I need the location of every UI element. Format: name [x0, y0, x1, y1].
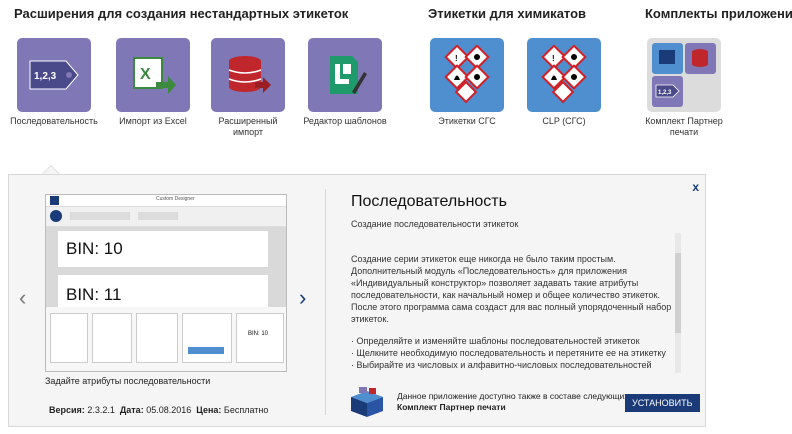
clp-hazard-icon: ! — [527, 38, 601, 112]
tile-ghs-labels[interactable]: ! Этикетки СГС — [428, 38, 506, 127]
date-label: Дата: — [119, 405, 144, 415]
detail-title: Последовательность — [351, 193, 507, 210]
template-editor-icon — [308, 38, 382, 112]
description-scrollbar[interactable] — [675, 233, 681, 373]
svg-text:X: X — [140, 66, 151, 83]
price-label: Цена: — [196, 405, 222, 415]
panel-divider — [325, 189, 326, 415]
sequence-tag-icon: 1,2,3 — [17, 38, 91, 112]
scrollbar-thumb[interactable] — [675, 253, 681, 333]
description-paragraph: Создание серии этикеток еще никогда не б… — [351, 254, 672, 324]
price-value: Бесплатно — [223, 405, 269, 415]
next-screenshot-button[interactable]: › — [299, 285, 306, 311]
screenshot-caption: Задайте атрибуты последовательности — [45, 376, 211, 386]
version-label: Версия: — [49, 405, 85, 415]
tile-sequence[interactable]: 1,2,3 Последовательность — [10, 38, 98, 127]
feature-bullet: · Выбирайте из числовых и алфавитно-числ… — [351, 360, 652, 370]
svg-text:!: ! — [455, 54, 458, 63]
section-title-chemicals: Этикетки для химикатов — [428, 6, 587, 21]
tile-label: Последовательность — [10, 116, 98, 126]
tile-label: Импорт из Excel — [119, 116, 187, 126]
detail-subtitle: Создание последовательности этикеток — [351, 219, 519, 229]
feature-bullet: · Щелкните необходимую последовательност… — [351, 348, 666, 358]
svg-text:1,2,3: 1,2,3 — [34, 71, 57, 82]
kit-availability-note: Данное приложение доступно также в соста… — [345, 385, 705, 421]
tile-label: CLP (СГС) — [542, 116, 586, 126]
close-icon[interactable]: x — [692, 180, 699, 194]
tile-label: Этикетки СГС — [438, 116, 496, 126]
svg-text:1,2,3: 1,2,3 — [658, 90, 672, 96]
version-value: 2.3.2.1 — [87, 405, 115, 415]
tile-excel-import[interactable]: X Импорт из Excel — [114, 38, 192, 127]
ghs-hazard-icon: ! — [430, 38, 504, 112]
screenshot-bin-label-1: BIN: 10 — [66, 239, 123, 258]
feature-bullet: · Определяйте и изменяйте шаблоны послед… — [351, 336, 640, 346]
kit-icon: 1,2,3 — [647, 38, 721, 112]
tile-clp-labels[interactable]: ! CLP (СГС) — [525, 38, 603, 127]
screenshot-image: Custom Designer BIN: 10 BIN: 11 BIN: 10 — [45, 194, 287, 372]
section-title-custom: Расширения для создания нестандартных эт… — [14, 6, 349, 21]
screenshot-app-title: Custom Designer — [156, 196, 195, 202]
tile-label: Расширенный импорт — [218, 116, 278, 137]
detail-header: Последовательность Создание последовател… — [351, 193, 691, 229]
excel-import-icon: X — [116, 38, 190, 112]
selection-caret — [42, 165, 60, 174]
screenshot-bin-label-2: BIN: 11 — [66, 285, 122, 304]
tile-advanced-import[interactable]: Расширенный импорт — [209, 38, 287, 138]
detail-panel: x ‹ › Custom Designer BIN: 10 BIN: 11 BI… — [8, 174, 706, 427]
tile-label: Комплект Партнер печати — [645, 116, 723, 137]
date-value: 05.08.2016 — [146, 405, 192, 415]
screenshot-bin-label-small: BIN: 10 — [248, 331, 269, 337]
tile-template-editor[interactable]: Редактор шаблонов — [303, 38, 387, 127]
database-import-icon — [211, 38, 285, 112]
kit-link[interactable]: Комплект Партнер печати — [397, 402, 506, 412]
tile-print-partner-kit[interactable]: 1,2,3 Комплект Партнер печати — [645, 38, 723, 138]
svg-text:!: ! — [552, 54, 555, 63]
kit-box-icon — [345, 387, 389, 417]
app-meta: Версия: 2.3.2.1 Дата: 05.08.2016 Цена: Б… — [49, 405, 268, 415]
tile-label: Редактор шаблонов — [303, 116, 387, 126]
install-button[interactable]: УСТАНОВИТЬ — [625, 394, 700, 412]
previous-screenshot-button[interactable]: ‹ — [19, 285, 26, 311]
description-scroll-area[interactable]: Создание серии этикеток еще никогда не б… — [351, 253, 673, 371]
section-title-kits: Комплекты приложений — [645, 6, 792, 21]
